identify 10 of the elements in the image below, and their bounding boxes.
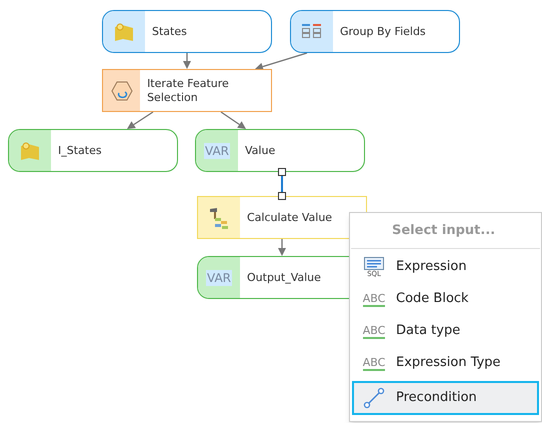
variable-icon: VAR [206, 270, 232, 286]
node-label: States [151, 24, 188, 38]
node-label: Output_Value [246, 270, 322, 284]
menu-header: Select input... [392, 222, 496, 240]
variable-icon: VAR [204, 142, 230, 158]
node-label: Group By Fields [339, 24, 427, 38]
node-label: I_States [57, 144, 103, 158]
node-label: Value [244, 144, 276, 158]
node-label: Calculate Value [246, 210, 334, 224]
node-label: Iterate Feature Selection [146, 76, 230, 104]
